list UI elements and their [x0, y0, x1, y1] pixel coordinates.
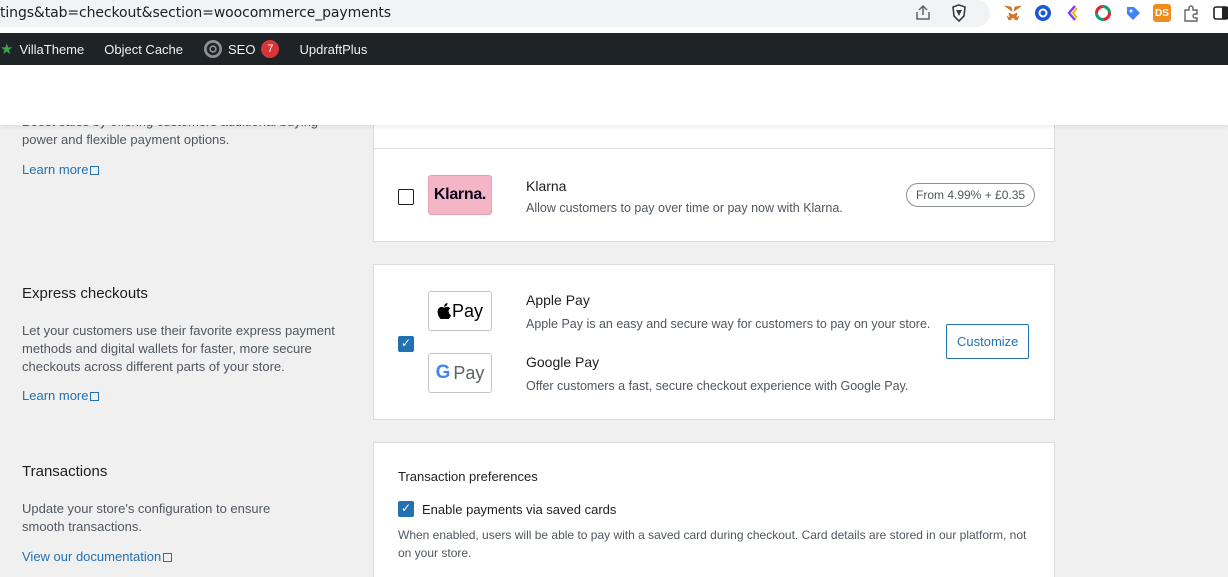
transactions-description: Update your store's configuration to ens…: [22, 501, 271, 534]
klarna-fee-badge: From 4.99% + £0.35: [906, 183, 1036, 207]
express-checkouts-title: Express checkouts: [22, 285, 148, 302]
puzzle-icon[interactable]: [1181, 3, 1201, 23]
sidebar-icon[interactable]: [1211, 3, 1228, 23]
url-text[interactable]: tings&tab=checkout&section=woocommerce_p…: [0, 5, 391, 21]
klarna-checkbox[interactable]: [398, 189, 414, 205]
apple-pay-logo: Pay: [428, 291, 492, 331]
transaction-preferences-title: Transaction preferences: [398, 469, 538, 484]
seo-menu[interactable]: SEO 7: [193, 33, 289, 65]
saved-cards-help-text: When enabled, users will be able to pay …: [398, 528, 1027, 560]
brave-shield-icon[interactable]: [949, 3, 969, 23]
page-header: [0, 65, 1228, 125]
seo-label: SEO: [228, 41, 256, 57]
bracket-extension-icon[interactable]: [1063, 3, 1083, 23]
wp-admin-bar: ★ VillaTheme Object Cache SEO 7 UpdraftP…: [0, 33, 1228, 65]
google-g-icon: G: [435, 362, 451, 383]
external-link-icon: [90, 166, 100, 175]
gear-extension-icon[interactable]: [1033, 3, 1053, 23]
klarna-title: Klarna: [526, 178, 567, 194]
seo-count-badge: 7: [261, 40, 280, 58]
apple-pay-logo-text: Pay: [451, 300, 484, 321]
external-link-icon: [90, 392, 100, 401]
updraftplus-menu[interactable]: UpdraftPlus: [289, 33, 377, 65]
object-cache-label: Object Cache: [104, 41, 184, 57]
browser-toolbar: tings&tab=checkout&section=woocommerce_p…: [0, 0, 1228, 33]
star-icon: ★: [0, 41, 14, 58]
bnpl-learn-more-link[interactable]: Learn more: [22, 162, 100, 177]
customize-button[interactable]: Customize: [946, 324, 1030, 359]
google-pay-description: Offer customers a fast, secure checkout …: [526, 379, 909, 393]
apple-pay-title: Apple Pay: [526, 292, 590, 308]
bnpl-learn-more-label: Learn more: [22, 162, 89, 177]
object-cache-menu[interactable]: Object Cache: [94, 33, 193, 65]
klarna-card: Klarna. Klarna Allow customers to pay ov…: [373, 148, 1055, 242]
express-learn-more-link[interactable]: Learn more: [22, 388, 100, 403]
express-checkouts-checkbox[interactable]: ✓: [398, 336, 414, 352]
express-learn-more-label: Learn more: [22, 388, 89, 403]
seo-icon: [203, 39, 223, 59]
saved-cards-label[interactable]: Enable payments via saved cards: [422, 502, 616, 517]
share-icon[interactable]: [913, 3, 933, 23]
ds-extension-icon[interactable]: DS: [1153, 4, 1171, 22]
express-checkouts-description: Let your customers use their favorite ex…: [22, 323, 335, 374]
ring-extension-icon[interactable]: [1093, 3, 1113, 23]
view-documentation-label: View our documentation: [22, 549, 162, 564]
klarna-logo: Klarna.: [428, 175, 492, 215]
transactions-title: Transactions: [22, 463, 108, 480]
tag-extension-icon[interactable]: [1123, 3, 1143, 23]
apple-pay-description: Apple Pay is an easy and secure way for …: [526, 317, 931, 331]
google-pay-title: Google Pay: [526, 354, 600, 370]
external-link-icon: [163, 553, 173, 562]
updraftplus-label: UpdraftPlus: [299, 41, 368, 57]
klarna-logo-text: Klarna.: [433, 186, 487, 203]
express-checkouts-card: ✓ Pay Apple Pay Apple Pay is an easy and…: [373, 264, 1055, 420]
google-pay-logo-text: Pay: [453, 362, 485, 383]
transactions-card: Transaction preferences ✓ Enable payment…: [373, 442, 1055, 577]
metamask-icon[interactable]: [1003, 3, 1023, 23]
klarna-description: Allow customers to pay over time or pay …: [526, 201, 843, 215]
view-documentation-link[interactable]: View our documentation: [22, 549, 173, 564]
saved-cards-checkbox[interactable]: ✓: [398, 501, 414, 517]
address-bar[interactable]: tings&tab=checkout&section=woocommerce_p…: [0, 0, 990, 27]
apple-icon: [437, 303, 451, 320]
villatheme-menu[interactable]: ★ VillaTheme: [0, 33, 94, 65]
google-pay-logo: G Pay: [428, 353, 492, 393]
villatheme-label: VillaTheme: [19, 41, 85, 57]
